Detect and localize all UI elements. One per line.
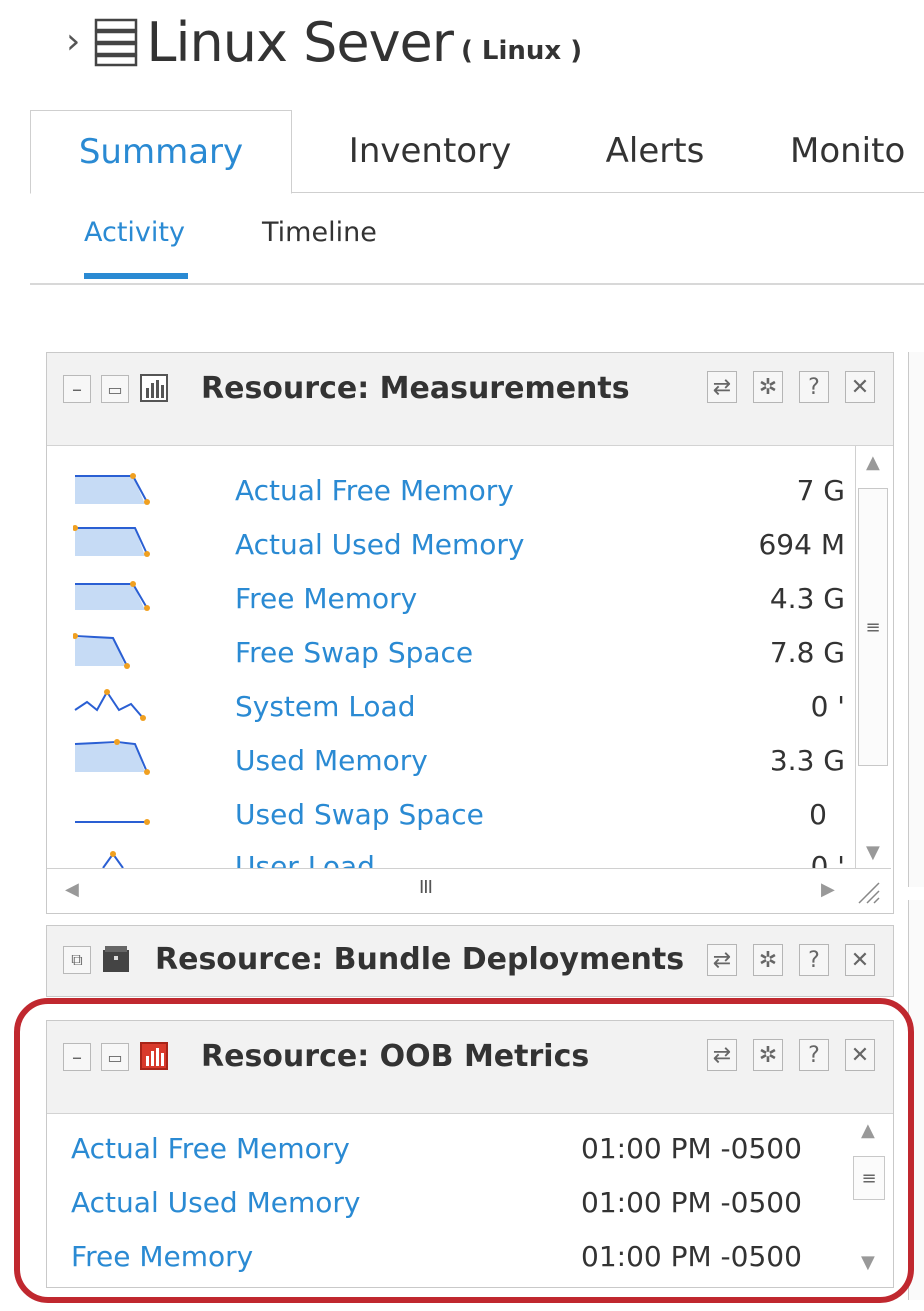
oob-link-actual-free-memory[interactable]: Actual Free Memory bbox=[71, 1132, 350, 1165]
measurements-list: Actual Free Memory 7 G Actual Used Memor… bbox=[47, 446, 855, 868]
tab-label: Inventory bbox=[348, 131, 512, 171]
resize-grip-icon[interactable] bbox=[855, 879, 881, 905]
metric-link-free-swap-space[interactable]: Free Swap Space bbox=[235, 636, 473, 669]
sparkline-icon bbox=[102, 851, 124, 868]
refresh-button[interactable]: ⇄ bbox=[707, 944, 737, 976]
scroll-up-arrow-icon[interactable]: ▲ bbox=[861, 1120, 875, 1141]
metric-link-user-load[interactable]: User Load bbox=[235, 850, 375, 868]
metric-value: 0 ' bbox=[810, 690, 845, 723]
oob-metrics-list: Actual Free Memory 01:00 PM -0500 Actual… bbox=[47, 1114, 847, 1286]
sparkline-icon bbox=[73, 633, 130, 669]
settings-button[interactable]: ✲ bbox=[753, 1039, 783, 1071]
sparkline-icon bbox=[73, 525, 150, 557]
close-button[interactable]: ✕ bbox=[845, 371, 875, 403]
restore-button[interactable]: ⧉ bbox=[63, 946, 91, 974]
subtab-activity[interactable]: Activity bbox=[84, 217, 185, 248]
vertical-scrollbar[interactable]: ▲ ≡ ▼ bbox=[847, 1114, 891, 1286]
scrollbar-thumb[interactable]: ≡ bbox=[853, 1156, 885, 1200]
portlet-title: Resource: OOB Metrics bbox=[201, 1039, 590, 1074]
maximize-button[interactable]: ▭ bbox=[101, 1043, 129, 1071]
sparkline-icon bbox=[75, 819, 150, 825]
scroll-down-arrow-icon[interactable]: ▼ bbox=[866, 842, 880, 863]
bundle-icon bbox=[103, 946, 129, 972]
sparkline-icon bbox=[75, 581, 150, 611]
metric-link-used-swap-space[interactable]: Used Swap Space bbox=[235, 798, 484, 831]
portlet-header: ⧉ Resource: Bundle Deployments ⇄ ✲ ? ✕ bbox=[47, 926, 893, 996]
page-header: › Linux Sever ( Linux ) bbox=[66, 10, 583, 74]
sparkline-icon bbox=[74, 739, 150, 775]
close-button[interactable]: ✕ bbox=[845, 1039, 875, 1071]
settings-button[interactable]: ✲ bbox=[753, 944, 783, 976]
refresh-button[interactable]: ⇄ bbox=[707, 371, 737, 403]
maximize-button[interactable]: ▭ bbox=[101, 375, 129, 403]
chevron-right-icon[interactable]: › bbox=[66, 24, 80, 60]
oob-time: 01:00 PM -0500 bbox=[581, 1132, 802, 1165]
metric-value: 7 G bbox=[796, 474, 845, 507]
help-button[interactable]: ? bbox=[799, 1039, 829, 1071]
metric-value: 694 M bbox=[758, 528, 845, 561]
scroll-up-arrow-icon[interactable]: ▲ bbox=[866, 452, 880, 473]
tab-inventory[interactable]: Inventory bbox=[305, 110, 555, 192]
metric-value: 7.8 G bbox=[769, 636, 845, 669]
right-column-portlet bbox=[908, 900, 924, 1300]
metric-value: 0.' bbox=[810, 850, 845, 868]
help-button[interactable]: ? bbox=[799, 371, 829, 403]
active-subtab-indicator bbox=[84, 273, 188, 279]
tab-monitoring[interactable]: Monito bbox=[790, 110, 924, 192]
page-title: Linux Sever bbox=[146, 10, 454, 74]
chart-icon bbox=[140, 374, 168, 402]
oob-time: 01:00 PM -0500 bbox=[581, 1240, 802, 1273]
metric-link-free-memory[interactable]: Free Memory bbox=[235, 582, 417, 615]
bundle-deployments-portlet: ⧉ Resource: Bundle Deployments ⇄ ✲ ? ✕ bbox=[46, 925, 894, 997]
scroll-right-arrow-icon[interactable]: ▶ bbox=[821, 879, 835, 900]
measurements-portlet: – ▭ Resource: Measurements ⇄ ✲ ? ✕ Actua… bbox=[46, 352, 894, 914]
scrollbar-thumb[interactable]: ≡ bbox=[858, 488, 888, 766]
scroll-left-arrow-icon[interactable]: ◀ bbox=[65, 879, 79, 900]
close-button[interactable]: ✕ bbox=[845, 944, 875, 976]
page-subtitle: ( Linux ) bbox=[460, 36, 583, 66]
portlet-header: – ▭ Resource: Measurements ⇄ ✲ ? ✕ bbox=[47, 353, 893, 446]
oob-link-actual-used-memory[interactable]: Actual Used Memory bbox=[71, 1186, 360, 1219]
tab-summary[interactable]: Summary bbox=[30, 110, 292, 194]
minimize-button[interactable]: – bbox=[63, 375, 91, 403]
sparkline-icon bbox=[74, 689, 146, 721]
server-icon bbox=[95, 18, 138, 67]
tab-label: Alerts bbox=[605, 131, 705, 171]
portlet-title: Resource: Measurements bbox=[201, 371, 630, 406]
metric-link-actual-used-memory[interactable]: Actual Used Memory bbox=[235, 528, 524, 561]
tab-alerts[interactable]: Alerts bbox=[570, 110, 740, 192]
metric-link-system-load[interactable]: System Load bbox=[235, 690, 415, 723]
metric-link-actual-free-memory[interactable]: Actual Free Memory bbox=[235, 474, 514, 507]
oob-metrics-portlet: – ▭ Resource: OOB Metrics ⇄ ✲ ? ✕ Actual… bbox=[46, 1020, 894, 1288]
portlet-title: Resource: Bundle Deployments bbox=[155, 942, 685, 977]
oob-chart-icon bbox=[140, 1042, 168, 1070]
metric-link-used-memory[interactable]: Used Memory bbox=[235, 744, 428, 777]
minimize-button[interactable]: – bbox=[63, 1043, 91, 1071]
metric-value: 3.3 G bbox=[769, 744, 845, 777]
tab-label: Monito bbox=[790, 131, 906, 171]
scrollbar-thumb[interactable]: III bbox=[419, 877, 433, 898]
vertical-scrollbar[interactable]: ▲ ≡ ▼ bbox=[855, 446, 892, 868]
sub-tabs: Activity Timeline bbox=[30, 193, 924, 285]
oob-time: 01:00 PM -0500 bbox=[581, 1186, 802, 1219]
oob-link-free-memory[interactable]: Free Memory bbox=[71, 1240, 253, 1273]
horizontal-scrollbar[interactable]: ◀ III ▶ bbox=[47, 868, 891, 913]
refresh-button[interactable]: ⇄ bbox=[707, 1039, 737, 1071]
metric-value: 0 bbox=[809, 798, 827, 831]
subtab-timeline[interactable]: Timeline bbox=[262, 217, 377, 248]
settings-button[interactable]: ✲ bbox=[753, 371, 783, 403]
portlet-header: – ▭ Resource: OOB Metrics ⇄ ✲ ? ✕ bbox=[47, 1021, 893, 1114]
sparkline-icon bbox=[75, 473, 150, 505]
help-button[interactable]: ? bbox=[799, 944, 829, 976]
metric-value: 4.3 G bbox=[769, 582, 845, 615]
scroll-down-arrow-icon[interactable]: ▼ bbox=[861, 1252, 875, 1273]
main-tabs: Summary Inventory Alerts Monito bbox=[30, 110, 924, 194]
tab-label: Summary bbox=[78, 132, 244, 172]
right-column-portlet bbox=[908, 352, 924, 887]
